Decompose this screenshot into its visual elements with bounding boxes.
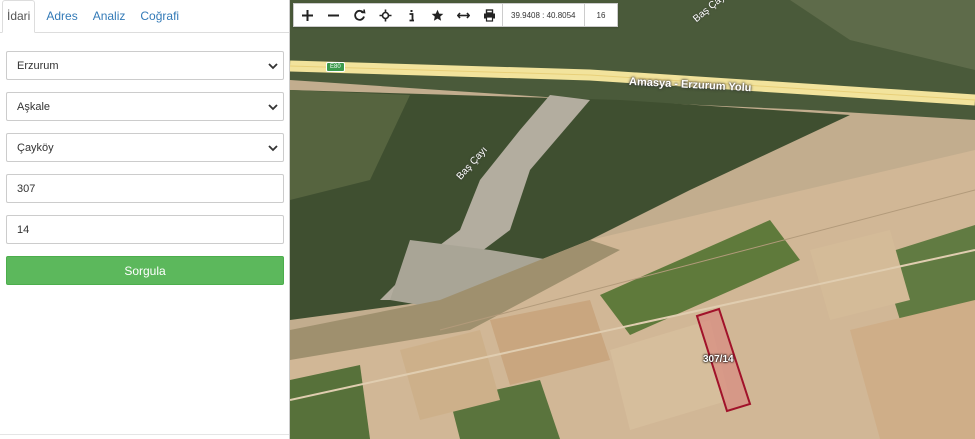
query-form: Erzurum Aşkale Çayköy 307 14 Sorgula xyxy=(0,51,289,285)
measure-button[interactable] xyxy=(450,4,476,26)
favorite-icon xyxy=(431,9,443,21)
sidebar: İdari Adres Analiz Coğrafi Erzurum Aşkal… xyxy=(0,0,290,439)
coordinate-readout: 39.9408 : 40.8054 xyxy=(502,4,585,26)
map-toolbar: 39.9408 : 40.8054 16 xyxy=(293,3,619,27)
divider xyxy=(0,434,289,435)
neighborhood-select[interactable]: Çayköy xyxy=(6,133,284,162)
print-button[interactable] xyxy=(476,4,502,26)
info-icon xyxy=(409,9,414,21)
block-input-value: 307 xyxy=(17,182,36,195)
info-button[interactable] xyxy=(398,4,424,26)
parcel-label[interactable]: 307/14 xyxy=(703,354,734,365)
chevron-down-icon xyxy=(268,145,278,152)
tab-adres[interactable]: Adres xyxy=(42,1,81,32)
refresh-button[interactable] xyxy=(346,4,372,26)
neighborhood-select-value: Çayköy xyxy=(17,141,54,154)
zoom-in-icon xyxy=(301,9,313,21)
satellite-imagery xyxy=(290,0,975,439)
measure-icon xyxy=(456,11,470,19)
parcel-input-value: 14 xyxy=(17,223,30,236)
query-button[interactable]: Sorgula xyxy=(6,256,284,285)
print-icon xyxy=(483,8,495,22)
parcel-input[interactable]: 14 xyxy=(6,215,284,244)
chevron-down-icon xyxy=(268,104,278,111)
zoom-out-button[interactable] xyxy=(320,4,346,26)
tab-idari[interactable]: İdari xyxy=(2,0,36,33)
app-root: İdari Adres Analiz Coğrafi Erzurum Aşkal… xyxy=(0,0,975,439)
district-select[interactable]: Aşkale xyxy=(6,92,284,121)
block-input[interactable]: 307 xyxy=(6,174,284,203)
province-select[interactable]: Erzurum xyxy=(6,51,284,80)
sidebar-tabs: İdari Adres Analiz Coğrafi xyxy=(0,0,289,33)
favorite-button[interactable] xyxy=(424,4,450,26)
tab-analiz[interactable]: Analiz xyxy=(89,1,130,32)
tab-cografi[interactable]: Coğrafi xyxy=(136,1,183,32)
district-select-value: Aşkale xyxy=(17,100,51,113)
chevron-down-icon xyxy=(268,63,278,70)
zoom-out-icon xyxy=(327,14,339,16)
pan-icon xyxy=(379,9,391,21)
province-select-value: Erzurum xyxy=(17,59,59,72)
map-view[interactable]: Amasya - Erzurum Yolu E80 Baş Çayı Baş Ç… xyxy=(290,0,975,439)
pan-button[interactable] xyxy=(372,4,398,26)
road-shield: E80 xyxy=(326,62,345,72)
zoom-level: 16 xyxy=(596,10,606,20)
zoom-in-button[interactable] xyxy=(294,4,320,26)
refresh-icon xyxy=(353,8,365,21)
